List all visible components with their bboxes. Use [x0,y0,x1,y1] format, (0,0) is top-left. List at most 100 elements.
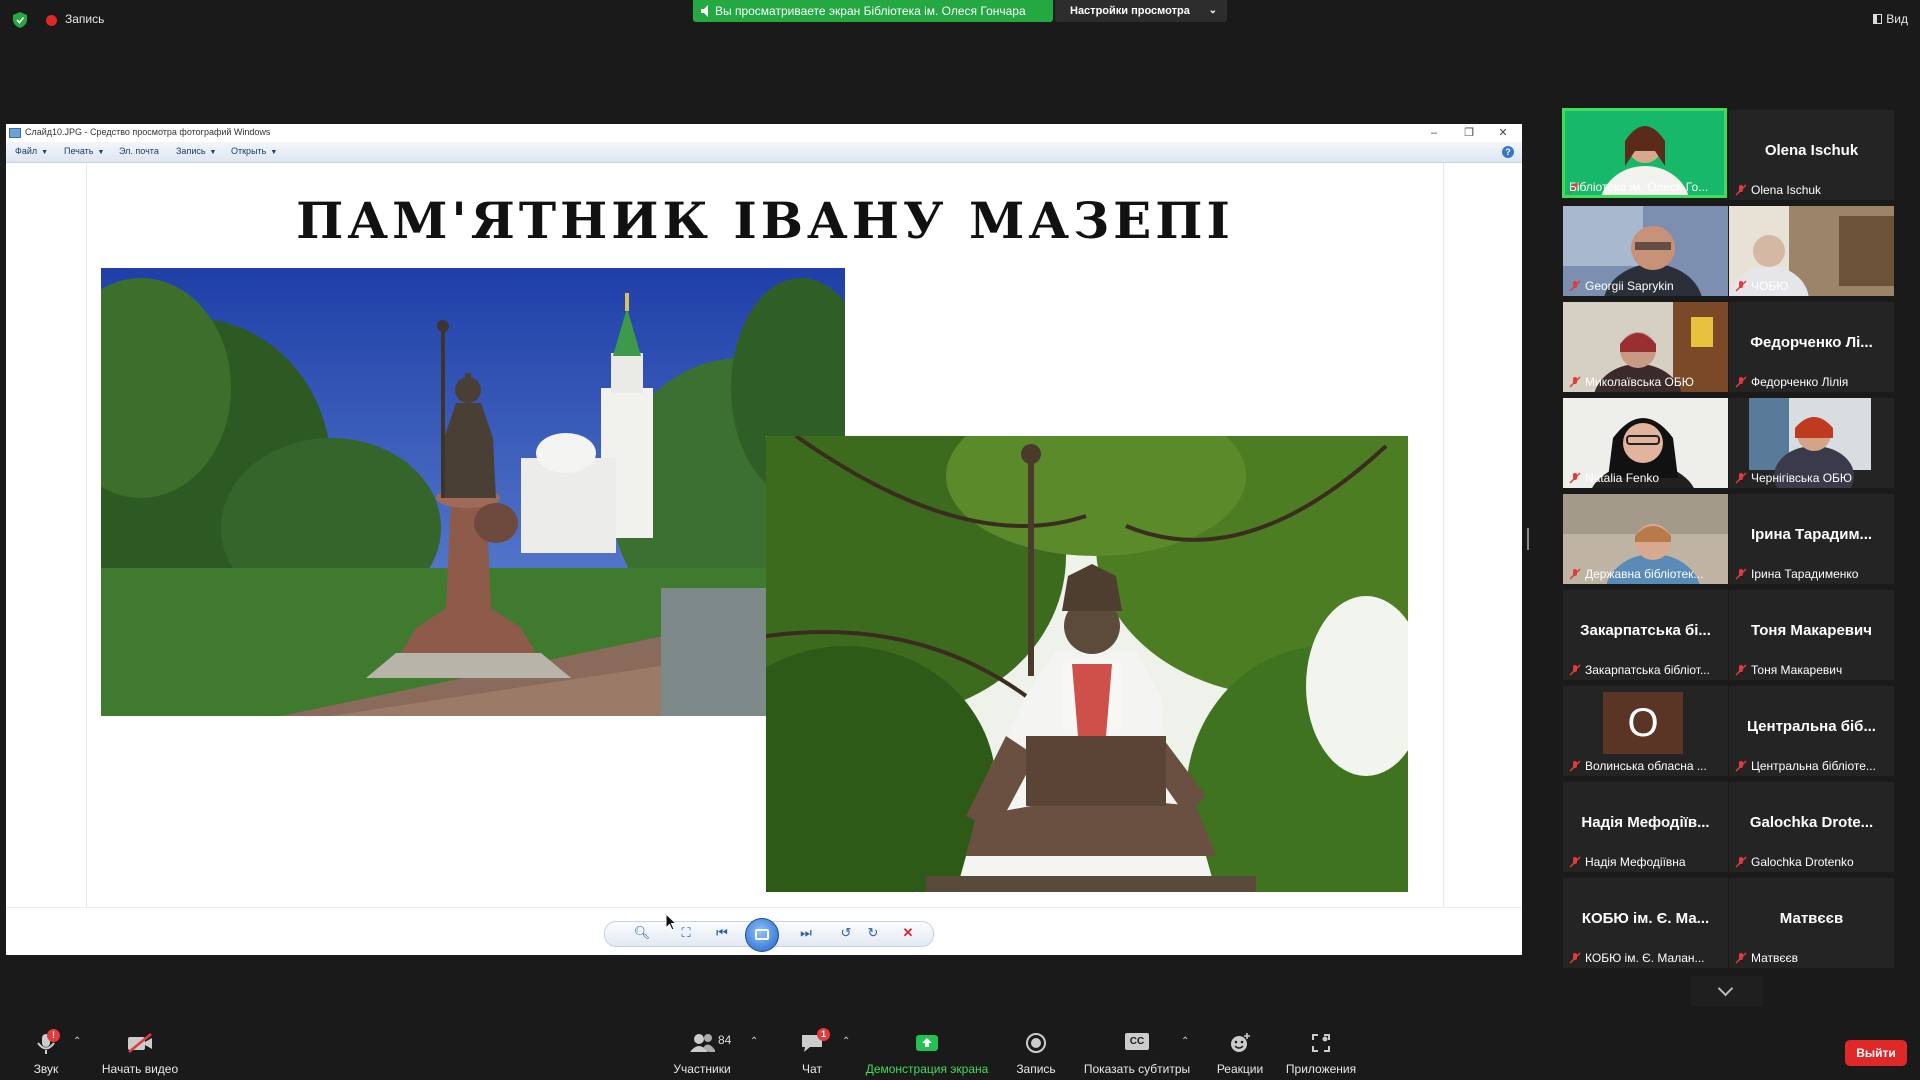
audio-button[interactable]: ! Звук [20,1022,72,1080]
participants-count: 84 [718,1033,732,1047]
participants-button[interactable]: 84 Участники [668,1022,736,1080]
gallery-splitter[interactable] [1527,528,1529,550]
layout-icon [1873,14,1883,24]
apps-button[interactable]: Приложения [1280,1022,1362,1080]
view-options-dropdown[interactable]: Настройки просмотра ⌄ [1055,0,1227,22]
participant-tile[interactable]: Центральна біб... Центральна бібліоте... [1729,686,1894,776]
menu-file[interactable]: Файл ▼ [15,146,48,156]
audio-label: Звук [33,1062,59,1076]
share-screen-button[interactable]: Демонстрация экрана [862,1022,992,1080]
muted-mic-icon [1735,184,1747,196]
close-window-button[interactable]: ✕ [1489,124,1517,142]
participant-display-name: Тоня Макаревич [1751,622,1872,639]
participant-name: Natalia Fenko [1585,471,1660,485]
menu-burn-label: Запись [176,146,206,156]
participant-name: Бібліотека ім. Олеся Го... [1569,180,1709,194]
slide-title: ПАМ'ЯТНИК ІВАНУ МАЗЕПІ [296,191,1234,250]
record-button[interactable]: Запись [1010,1022,1062,1080]
share-screen-icon [916,1035,938,1051]
participant-name: Державна бібліотек... [1585,567,1704,581]
restore-button[interactable]: ❐ [1455,124,1483,142]
menu-open[interactable]: Открыть ▼ [231,146,277,156]
participant-name: Матвєєв [1751,951,1799,965]
chat-options-caret[interactable]: ⌃ [842,1036,850,1047]
chat-unread-badge: 1 [817,1028,830,1041]
participant-tile[interactable]: Закарпатська бі... Закарпатська бібліот.… [1563,590,1728,680]
leave-meeting-button[interactable]: Выйти [1845,1040,1907,1066]
slide-image: ПАМ'ЯТНИК ІВАНУ МАЗЕПІ [86,163,1444,907]
chevron-down-icon [1717,980,1734,997]
muted-mic-icon [1735,760,1747,772]
monument-photo-bell-tower [101,268,845,716]
photo-viewer-controls: 🔍︎ ⛶ ⏮ ⏭ ↺ ↻ ✕ [6,907,1522,955]
muted-mic-icon [1735,472,1747,484]
start-video-button[interactable]: Начать видео [96,1022,184,1080]
delete-icon[interactable]: ✕ [898,924,918,942]
show-captions-button[interactable]: CC Показать субтитры [1082,1022,1192,1080]
participant-tile[interactable]: Державна бібліотек... [1563,494,1728,584]
participant-tile[interactable]: Olena Ischuk Olena Ischuk [1729,110,1894,200]
mouse-cursor-icon [665,913,678,931]
participant-display-name: Закарпатська бі... [1580,622,1711,639]
fit-icon[interactable]: ⛶ [676,924,696,942]
participants-options-caret[interactable]: ⌃ [750,1036,758,1047]
captions-options-caret[interactable]: ⌃ [1181,1036,1189,1047]
participant-name: Федорченко Лілія [1751,375,1849,389]
menu-print[interactable]: Печать ▼ [64,146,104,156]
participant-tile[interactable]: Тоня Макаревич Тоня Макаревич [1729,590,1894,680]
participant-tile[interactable]: Миколаївська ОБЮ [1563,302,1728,392]
slideshow-icon[interactable] [745,918,779,952]
avatar: О [1603,692,1683,754]
participant-tile[interactable]: Georgii Saprykin [1563,206,1728,296]
participants-icon [690,1034,715,1052]
chat-button[interactable]: 1 Чат [790,1022,834,1080]
photo-viewer-menubar: Файл ▼ Печать ▼ Эл. почта Запись ▼ Открыть ▼… [6,142,1522,163]
participant-name: Galochka Drotenko [1751,855,1854,869]
participant-tile[interactable]: О Волинська обласна ... [1563,686,1728,776]
menu-print-label: Печать [64,146,94,156]
minimize-button[interactable]: – [1420,124,1448,142]
participant-display-name: Ірина Тарадим... [1750,526,1873,543]
security-shield-icon[interactable] [13,12,27,28]
reactions-button[interactable]: Реакции [1210,1022,1270,1080]
participant-tile[interactable]: Матвєєв Матвєєв [1729,878,1894,968]
participant-tile[interactable]: Федорченко Лі... Федорченко Лілія [1729,302,1894,392]
next-icon[interactable]: ⏭ [796,924,816,942]
participant-name: Волинська обласна ... [1585,759,1707,773]
speaker-icon [701,5,708,17]
menu-open-label: Открыть [231,146,267,156]
previous-icon[interactable]: ⏮ [712,924,732,942]
participant-name: Чернігівська ОБЮ [1751,471,1853,485]
screen-share-banner: Вы просматриваете экран Бібліотека ім. О… [693,0,1053,22]
participant-tile[interactable]: ЧОБЮ [1729,206,1894,296]
rotate-cw-icon[interactable]: ↻ [863,924,883,942]
muted-mic-icon [1569,760,1581,772]
participant-display-name: Центральна біб... [1747,718,1876,735]
participant-tile[interactable]: Natalia Fenko [1563,398,1728,488]
muted-mic-icon [1569,472,1581,484]
participant-name: Ірина Тарадименко [1751,567,1859,581]
view-button[interactable]: Вид [1873,12,1908,26]
view-options-label: Настройки просмотра [1070,5,1190,17]
participant-name: Миколаївська ОБЮ [1585,375,1694,389]
participant-tile[interactable]: Надія Мефодіїв... Надія Мефодіївна [1563,782,1728,872]
rotate-ccw-icon[interactable]: ↺ [836,924,856,942]
gallery-scroll-down-button[interactable] [1691,976,1763,1006]
muted-mic-icon [1735,376,1747,388]
participant-name: Центральна бібліоте... [1751,759,1876,773]
participant-tile[interactable]: Чернігівська ОБЮ [1729,398,1894,488]
participant-tile[interactable]: Ірина Тарадим... Ірина Тарадименко [1729,494,1894,584]
zoom-icon[interactable]: 🔍︎ [627,924,657,942]
participant-tile[interactable]: Бібліотека ім. Олеся Го... [1562,108,1727,198]
menu-email[interactable]: Эл. почта [119,146,159,156]
apps-icon [1312,1034,1330,1052]
menu-burn[interactable]: Запись ▼ [176,146,216,156]
participant-tile[interactable]: Galochka Drote... Galochka Drotenko [1729,782,1894,872]
muted-mic-icon [1569,664,1581,676]
muted-mic-icon [1735,280,1747,292]
photo-viewer-app-icon [9,128,21,138]
participant-display-name: Матвєєв [1779,910,1844,927]
participant-tile[interactable]: КОБЮ ім. Є. Ма... КОБЮ ім. Є. Малан... [1563,878,1728,968]
audio-options-caret[interactable]: ⌃ [73,1036,81,1047]
help-icon[interactable]: ? [1502,146,1514,158]
